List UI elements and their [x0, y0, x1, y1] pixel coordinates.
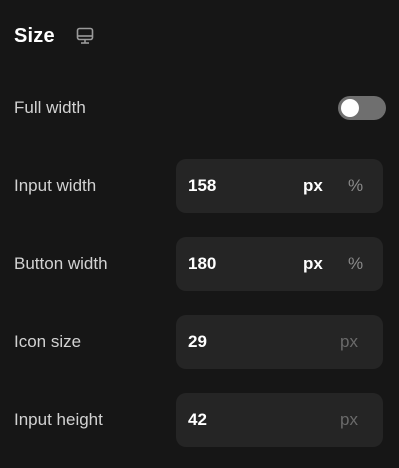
button-width-label: Button width	[14, 254, 108, 273]
full-width-label: Full width	[14, 98, 86, 117]
input-height-value[interactable]: 42	[188, 410, 207, 430]
input-width-field[interactable]: 158 px %	[176, 159, 383, 213]
full-width-toggle[interactable]	[338, 96, 386, 120]
input-height-row: Input height 42 px	[0, 393, 399, 447]
size-settings-panel: Size Full width Input width 158 px % But…	[0, 0, 399, 468]
button-width-unit-px[interactable]: px	[303, 254, 323, 274]
input-width-unit-percent[interactable]: %	[348, 176, 363, 196]
icon-size-field[interactable]: 29 px	[176, 315, 383, 369]
icon-size-value[interactable]: 29	[188, 332, 207, 352]
button-width-value[interactable]: 180	[188, 254, 216, 274]
section-title: Size	[14, 24, 55, 47]
button-width-row: Button width 180 px %	[0, 237, 399, 291]
desktop-monitor-icon[interactable]	[75, 26, 95, 46]
input-height-field[interactable]: 42 px	[176, 393, 383, 447]
input-height-unit: px	[340, 410, 358, 429]
input-width-unit-px[interactable]: px	[303, 176, 323, 196]
button-width-unit-percent[interactable]: %	[348, 254, 363, 274]
input-width-row: Input width 158 px %	[0, 159, 399, 213]
input-width-value[interactable]: 158	[188, 176, 216, 196]
input-height-label: Input height	[14, 410, 103, 429]
toggle-knob	[341, 99, 359, 117]
input-width-label: Input width	[14, 176, 97, 195]
full-width-row: Full width	[0, 96, 399, 120]
section-header: Size	[14, 22, 95, 50]
icon-size-unit: px	[340, 332, 358, 351]
icon-size-row: Icon size 29 px	[0, 315, 399, 369]
button-width-field[interactable]: 180 px %	[176, 237, 383, 291]
icon-size-label: Icon size	[14, 332, 82, 351]
